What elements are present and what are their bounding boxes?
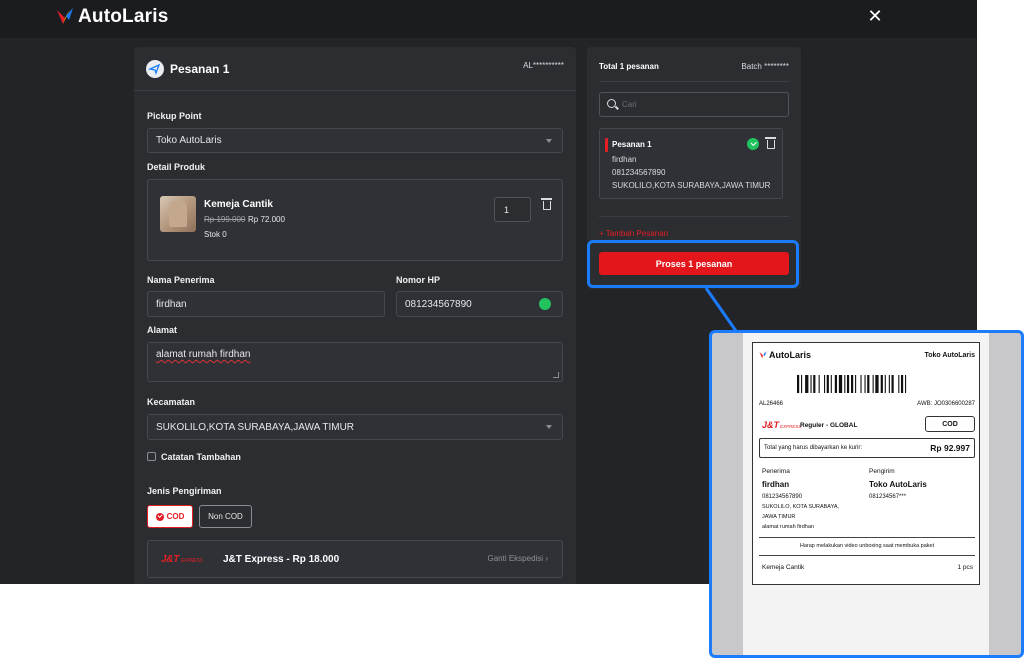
label-item-name: Kemeja Cantik: [762, 564, 805, 571]
label-brand: AutoLaris: [759, 350, 811, 360]
divider: [759, 555, 975, 556]
label-recipient-name: firdhan: [762, 480, 790, 489]
barcode: [797, 375, 907, 393]
label-store: Toko AutoLaris: [924, 352, 975, 359]
label-recipient-address: SUKOLILO, KOTA SURABAYA,: [762, 504, 840, 510]
label-recipient-street: alamat rumah firdhan: [762, 524, 814, 530]
label-sender-name: Toko AutoLaris: [869, 480, 927, 489]
label-recipient-province: JAWA TIMUR: [762, 514, 796, 520]
label-total-box: Total yang harus dibayarkan ke kurir: Rp…: [759, 438, 975, 458]
label-courier-logo: J&TEXPRESS: [762, 420, 802, 430]
screen: AutoLaris ✕ Pesanan 1 AL********** Picku…: [0, 0, 1024, 658]
label-code: AL26466: [759, 401, 784, 407]
shipping-ticket: AutoLaris Toko AutoLaris AL26466 AWB: JO…: [752, 342, 980, 585]
label-notice: Harap melakukan video unboxing saat memb…: [799, 543, 935, 549]
label-item-qty: 1 pcs: [957, 564, 973, 571]
label-service: Reguler - GLOBAL: [800, 422, 858, 429]
label-recipient-head: Penerima: [762, 468, 790, 475]
shipping-label-preview: AutoLaris Toko AutoLaris AL26466 AWB: JO…: [709, 330, 1024, 658]
divider: [759, 537, 975, 538]
label-pay-text: Total yang harus dibayarkan ke kurir:: [764, 445, 863, 451]
label-cod: COD: [925, 416, 975, 432]
label-paper: AutoLaris Toko AutoLaris AL26466 AWB: JO…: [743, 333, 989, 655]
label-recipient-phone: 081234567890: [762, 494, 803, 500]
logo-icon: [759, 351, 767, 359]
label-pay-amount: Rp 92.997: [930, 443, 970, 453]
label-sender-head: Pengirim: [869, 468, 895, 475]
label-awb: AWB: JO0306600287: [917, 401, 975, 407]
label-sender-phone: 081234567***: [869, 494, 907, 500]
